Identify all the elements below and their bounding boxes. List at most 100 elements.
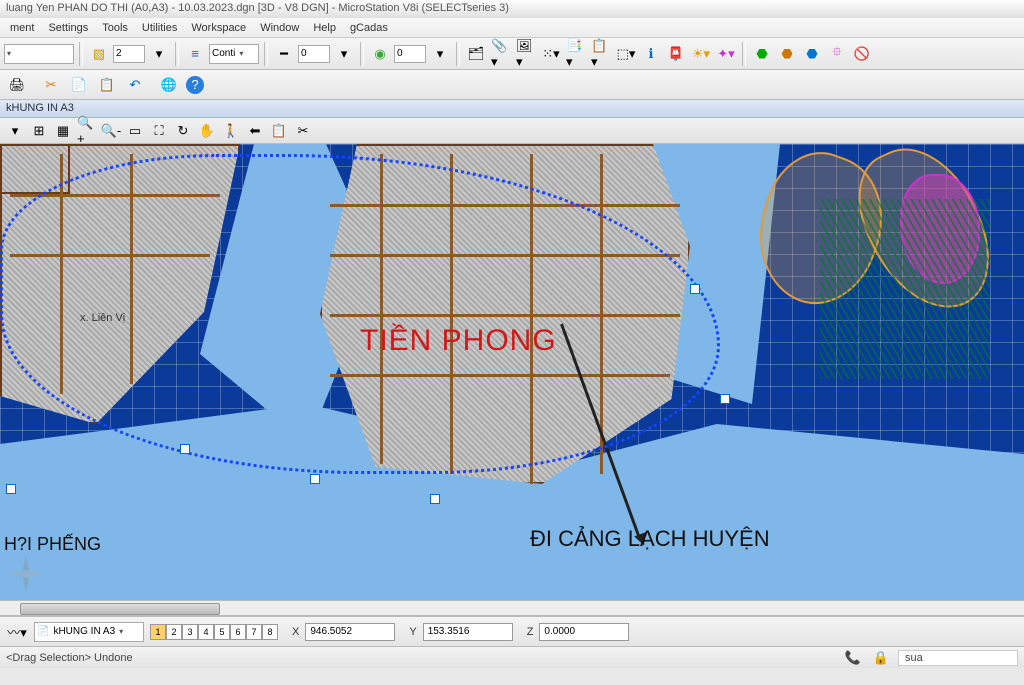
tool-info-icon[interactable]: ℹ xyxy=(640,43,662,65)
view-compass-icon[interactable] xyxy=(6,554,46,594)
tool-spark-icon[interactable]: ✦▾ xyxy=(715,43,737,65)
tool-sun-icon[interactable]: ☀▾ xyxy=(690,43,712,65)
db-btn1-icon[interactable]: ⬣ xyxy=(751,43,773,65)
view-btn-7[interactable]: 7 xyxy=(246,624,262,640)
status-lock-icon[interactable]: 🔒 xyxy=(870,647,892,669)
z-label: Z xyxy=(527,626,534,638)
menu-utilities[interactable]: Utilities xyxy=(136,20,183,36)
color-icon[interactable]: ◉ xyxy=(369,43,391,65)
view-pan-icon[interactable]: ✋ xyxy=(196,120,218,142)
view-toolbar: ▾ ⊞ ▦ 🔍+ 🔍- ▭ ⛶ ↻ ✋ 🚶 ⬅ 📋 ✂ xyxy=(0,118,1024,144)
status-phone-icon[interactable]: 📞 xyxy=(842,647,864,669)
selection-handle[interactable] xyxy=(690,284,700,294)
tool-references-icon[interactable]: 📎▾ xyxy=(490,43,512,65)
menu-workspace[interactable]: Workspace xyxy=(185,20,252,36)
tool-puzzle-icon[interactable]: ⯐ xyxy=(826,43,848,65)
paste-icon[interactable]: 📋 xyxy=(96,74,118,96)
selection-handle[interactable] xyxy=(6,484,16,494)
level-dropdown-icon[interactable]: ▾ xyxy=(148,43,170,65)
view-btn-1[interactable]: 1 xyxy=(150,624,166,640)
tool-levelmgr-icon[interactable]: 📑▾ xyxy=(565,43,587,65)
x-label: X xyxy=(292,626,299,638)
view-attr-icon[interactable]: ▾ xyxy=(4,120,26,142)
y-label: Y xyxy=(409,626,416,638)
tool-pointcloud-icon[interactable]: ⁙▾ xyxy=(540,43,562,65)
view-copy-icon[interactable]: 📋 xyxy=(268,120,290,142)
selection-handle[interactable] xyxy=(310,474,320,484)
label-lienvi: x. Liên Vị xyxy=(80,312,125,324)
view-zoomout-icon[interactable]: 🔍- xyxy=(100,120,122,142)
tool-cells-icon[interactable]: ⬚▾ xyxy=(615,43,637,65)
lineweight-icon[interactable]: ━ xyxy=(273,43,295,65)
x-coordinate[interactable] xyxy=(305,623,395,641)
status-message: <Drag Selection> Undone xyxy=(6,652,133,664)
linestyle-icon[interactable]: ≡ xyxy=(184,43,206,65)
label-tienphong: TIỀN PHONG xyxy=(360,324,557,358)
tool-models-icon[interactable]: 🗂 xyxy=(465,43,487,65)
menu-gcadas[interactable]: gCadas xyxy=(344,20,394,36)
y-coordinate[interactable] xyxy=(423,623,513,641)
undo-icon[interactable]: ↶ xyxy=(124,74,146,96)
tool-leveldisplay-icon[interactable]: 📋▾ xyxy=(590,43,612,65)
view-fit-icon[interactable]: ⛶ xyxy=(148,120,170,142)
feature-green-hatch xyxy=(820,199,990,379)
menu-ment[interactable]: ment xyxy=(4,20,40,36)
selection-handle[interactable] xyxy=(430,494,440,504)
element-template-combo[interactable]: ▾ xyxy=(4,44,74,64)
tool-deny-icon[interactable]: 🚫 xyxy=(851,43,873,65)
view-rotate-icon[interactable]: ↻ xyxy=(172,120,194,142)
db-btn2-icon[interactable]: ⬣ xyxy=(776,43,798,65)
drawing-canvas[interactable]: x. Liên Vị TIỀN PHONG H?I PHẾNG ĐI CẢNG … xyxy=(0,144,1024,600)
coordinate-bar: 〰▾ 📄 kHUNG IN A3▾ 1 2 3 4 5 6 7 8 X Y Z xyxy=(0,616,1024,646)
view-btn-2[interactable]: 2 xyxy=(166,624,182,640)
view-clip-icon[interactable]: ✂ xyxy=(292,120,314,142)
level-icon[interactable]: ▧ xyxy=(88,43,110,65)
horizontal-scrollbar[interactable] xyxy=(0,600,1024,616)
status-bar: <Drag Selection> Undone 📞 🔒 sua xyxy=(0,646,1024,668)
active-view-combo[interactable]: 📄 kHUNG IN A3▾ xyxy=(34,622,144,642)
view-display-icon[interactable]: ⊞ xyxy=(28,120,50,142)
view-btn-4[interactable]: 4 xyxy=(198,624,214,640)
view-wireframe-icon[interactable]: ▦ xyxy=(52,120,74,142)
view-btn-5[interactable]: 5 xyxy=(214,624,230,640)
z-coordinate[interactable] xyxy=(539,623,629,641)
title-bar: luang Yen PHAN DO THI (A0,A3) - 10.03.20… xyxy=(0,0,1024,18)
color-value[interactable] xyxy=(394,45,426,63)
standard-toolbar: 🖨 ✂ 📄 📋 ↶ 🌐 ? xyxy=(0,70,1024,100)
globe-icon[interactable]: 🌐 xyxy=(158,74,180,96)
attributes-toolbar: ▾ ▧ ▾ ≡ Conti▾ ━ ▾ ◉ ▾ 🗂 📎▾ 🖼▾ ⁙▾ 📑▾ 📋▾ … xyxy=(0,38,1024,70)
view-header: kHUNG IN A3 xyxy=(0,100,1024,118)
view-btn-3[interactable]: 3 xyxy=(182,624,198,640)
lineweight-dropdown-icon[interactable]: ▾ xyxy=(333,43,355,65)
status-right-field[interactable]: sua xyxy=(898,650,1018,666)
selection-handle[interactable] xyxy=(180,444,190,454)
menu-help[interactable]: Help xyxy=(307,20,342,36)
scroll-thumb[interactable] xyxy=(20,603,220,615)
view-btn-8[interactable]: 8 xyxy=(262,624,278,640)
view-prev-icon[interactable]: ⬅ xyxy=(244,120,266,142)
view-title: kHUNG IN A3 xyxy=(6,102,74,114)
view-window-icon[interactable]: ▭ xyxy=(124,120,146,142)
snap-icon[interactable]: 〰▾ xyxy=(6,621,28,643)
linestyle-combo[interactable]: Conti▾ xyxy=(209,44,259,64)
view-zoomin-icon[interactable]: 🔍+ xyxy=(76,120,98,142)
selection-handle[interactable] xyxy=(720,394,730,404)
menu-window[interactable]: Window xyxy=(254,20,305,36)
print-icon[interactable]: 🖨 xyxy=(6,74,28,96)
menu-tools[interactable]: Tools xyxy=(96,20,134,36)
tool-raster-icon[interactable]: 🖼▾ xyxy=(515,43,537,65)
tool-keyin-icon[interactable]: 📮 xyxy=(665,43,687,65)
menu-bar: ment Settings Tools Utilities Workspace … xyxy=(0,18,1024,38)
level-value[interactable] xyxy=(113,45,145,63)
window-title: luang Yen PHAN DO THI (A0,A3) - 10.03.20… xyxy=(6,2,509,14)
cut-icon[interactable]: ✂ xyxy=(40,74,62,96)
menu-settings[interactable]: Settings xyxy=(42,20,94,36)
db-btn3-icon[interactable]: ⬣ xyxy=(801,43,823,65)
copy-icon[interactable]: 📄 xyxy=(68,74,90,96)
help-icon[interactable]: ? xyxy=(186,76,204,94)
color-dropdown-icon[interactable]: ▾ xyxy=(429,43,451,65)
label-dicang: ĐI CẢNG LẠCH HUYỆN xyxy=(530,526,770,552)
view-walk-icon[interactable]: 🚶 xyxy=(220,120,242,142)
view-btn-6[interactable]: 6 xyxy=(230,624,246,640)
lineweight-value[interactable] xyxy=(298,45,330,63)
